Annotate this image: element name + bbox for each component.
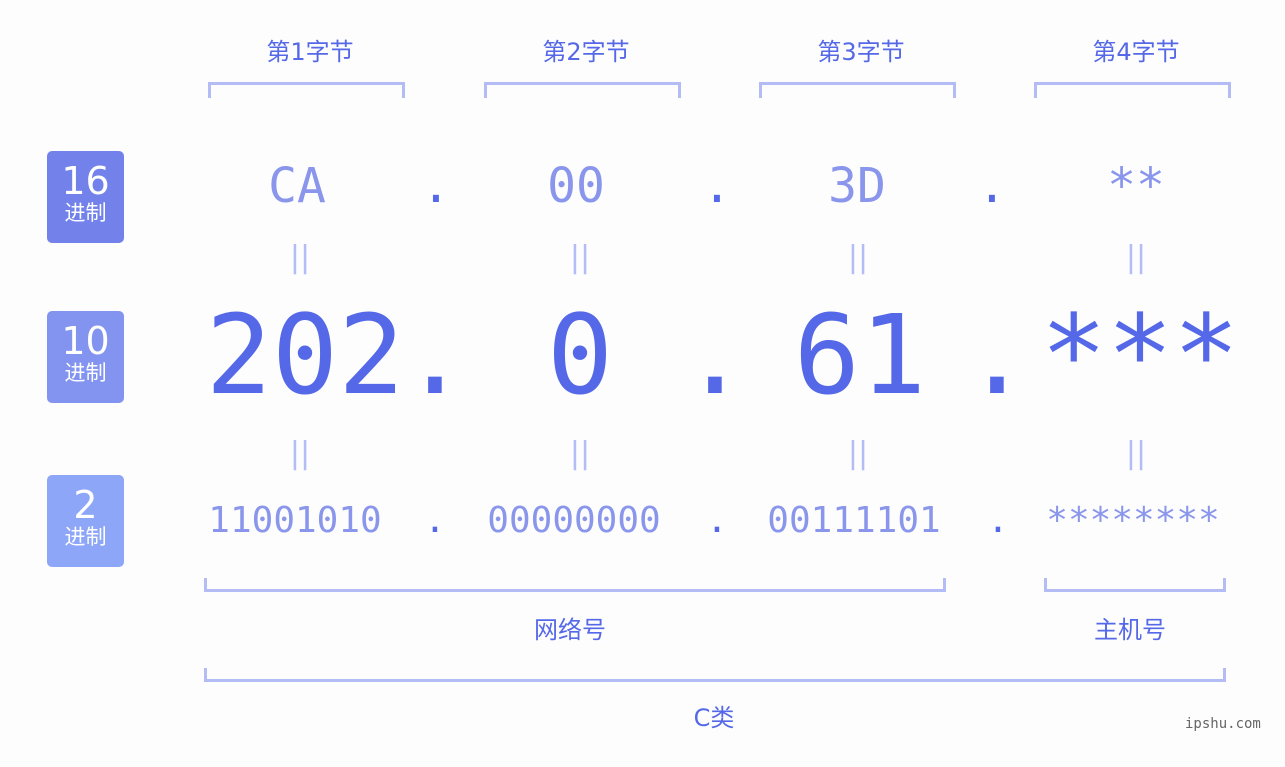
bin-byte-2: 00000000 — [487, 500, 661, 541]
equals-sign: || — [569, 436, 591, 471]
dec-separator: . — [401, 291, 469, 419]
bin-separator: . — [987, 500, 1009, 541]
equals-sign: || — [847, 436, 869, 471]
hex-badge-number: 16 — [61, 159, 110, 203]
network-bracket — [204, 578, 946, 592]
byte-header-4: 第4字节 — [1092, 38, 1180, 66]
dec-separator: . — [681, 291, 749, 419]
dec-byte-4: *** — [1040, 291, 1240, 419]
hex-byte-4: ** — [1107, 158, 1165, 214]
dec-byte-1: 202 — [205, 291, 405, 419]
byte-bracket-4 — [1034, 82, 1231, 98]
bin-byte-3: 00111101 — [767, 500, 941, 541]
class-bracket — [204, 668, 1226, 682]
hex-byte-1: CA — [268, 158, 326, 214]
bin-separator: . — [424, 500, 446, 541]
hex-separator: . — [421, 158, 451, 214]
equals-sign: || — [847, 240, 869, 275]
bin-byte-1: 11001010 — [208, 500, 382, 541]
equals-sign: || — [569, 240, 591, 275]
host-bracket — [1044, 578, 1226, 592]
class-label: C类 — [693, 704, 735, 732]
byte-header-1: 第1字节 — [266, 38, 354, 66]
byte-bracket-3 — [759, 82, 956, 98]
dec-badge-label: 进制 — [64, 361, 107, 385]
bin-badge-label: 进制 — [64, 525, 107, 549]
bin-separator: . — [706, 500, 728, 541]
bin-badge: 2 进制 — [47, 475, 124, 567]
byte-bracket-2 — [484, 82, 681, 98]
hex-byte-3: 3D — [828, 158, 886, 214]
dec-byte-3: 61 — [793, 291, 927, 419]
equals-sign: || — [289, 240, 311, 275]
equals-sign: || — [1125, 436, 1147, 471]
byte-header-3: 第3字节 — [817, 38, 905, 66]
hex-badge-label: 进制 — [64, 201, 107, 225]
equals-sign: || — [1125, 240, 1147, 275]
bin-byte-4: ******** — [1046, 500, 1220, 541]
dec-badge: 10 进制 — [47, 311, 124, 403]
hex-badge: 16 进制 — [47, 151, 124, 243]
host-label: 主机号 — [1094, 616, 1166, 644]
watermark: ipshu.com — [1185, 716, 1261, 732]
dec-separator: . — [963, 291, 1031, 419]
hex-separator: . — [702, 158, 732, 214]
dec-byte-2: 0 — [546, 291, 614, 419]
hex-separator: . — [977, 158, 1007, 214]
bin-badge-number: 2 — [73, 483, 98, 527]
equals-sign: || — [289, 436, 311, 471]
byte-header-2: 第2字节 — [542, 38, 630, 66]
dec-badge-number: 10 — [61, 319, 110, 363]
hex-byte-2: 00 — [547, 158, 605, 214]
network-label: 网络号 — [534, 616, 606, 644]
byte-bracket-1 — [208, 82, 405, 98]
